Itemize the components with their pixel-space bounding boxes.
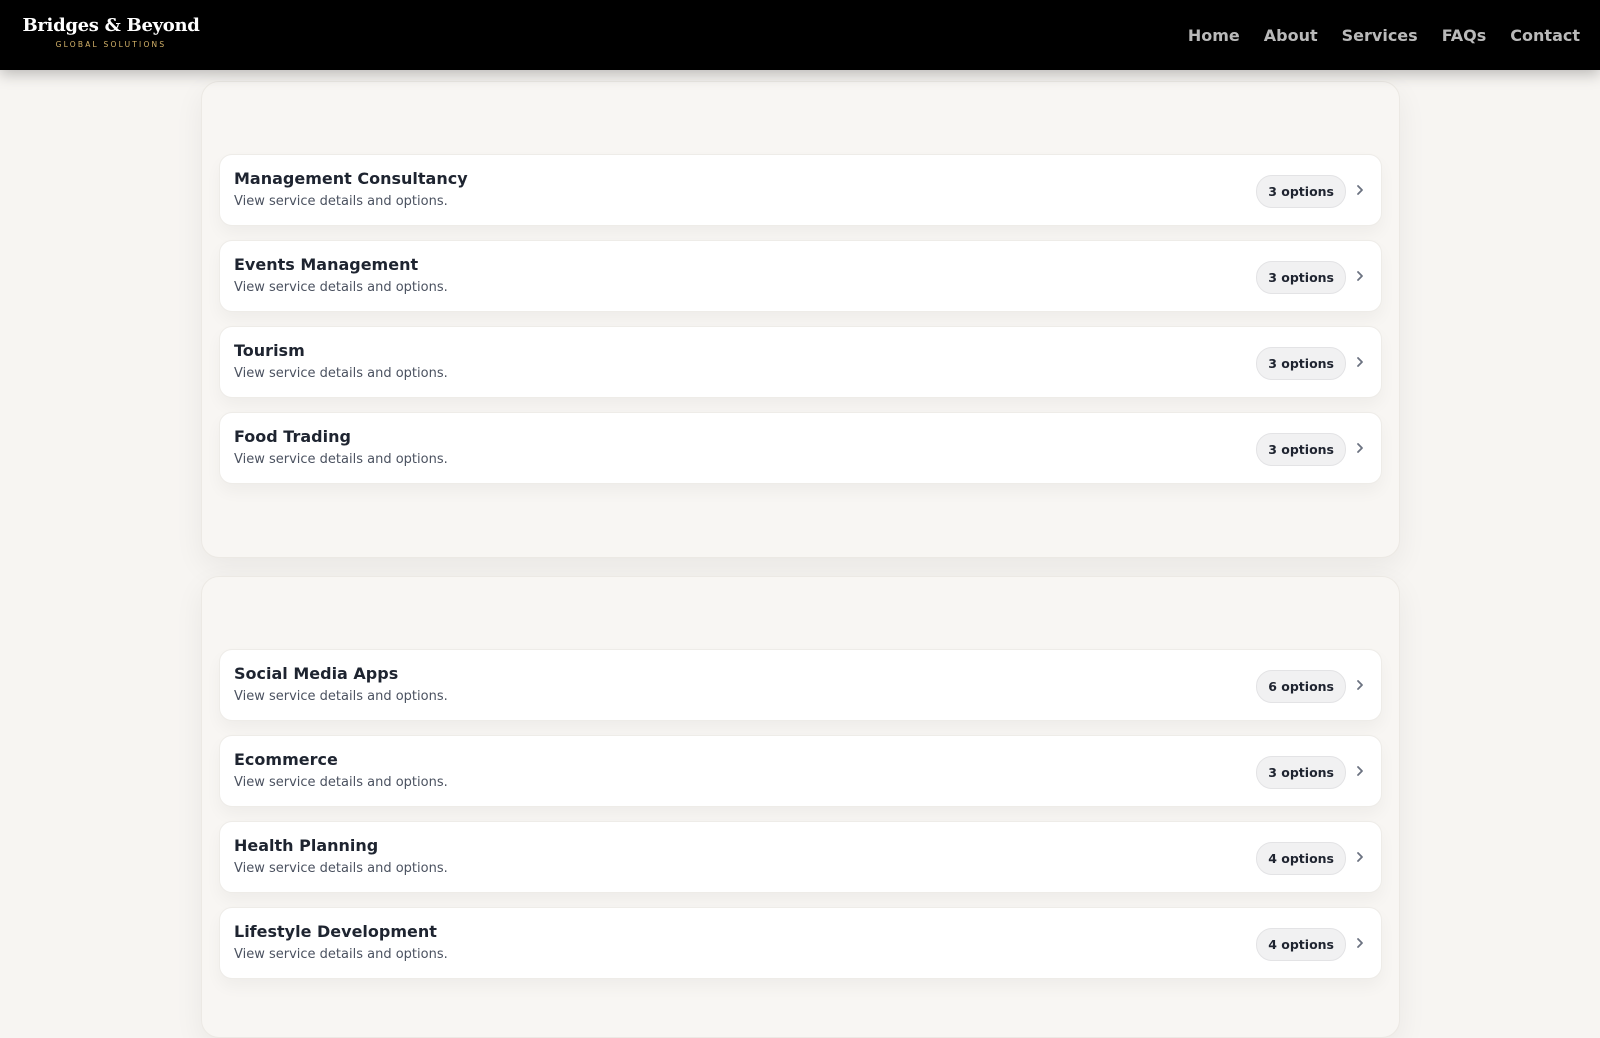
nav-about-link[interactable]: About: [1264, 26, 1318, 45]
service-item-food-trading[interactable]: Food Trading View service details and op…: [219, 412, 1382, 484]
service-item-tourism[interactable]: Tourism View service details and options…: [219, 326, 1382, 398]
service-title: Events Management: [234, 255, 419, 274]
logo-main-text: Bridges & Beyond: [22, 15, 200, 36]
options-count-badge: 6 options: [1256, 670, 1346, 703]
logo-tagline: GLOBAL SOLUTIONS: [55, 40, 167, 49]
service-title: Food Trading: [234, 427, 351, 446]
options-count-badge: 3 options: [1256, 175, 1346, 208]
chevron-right-icon: [1357, 852, 1363, 862]
service-item-events-management[interactable]: Events Management View service details a…: [219, 240, 1382, 312]
chevron-right-icon: [1357, 185, 1363, 195]
options-count-badge: 3 options: [1256, 756, 1346, 789]
chevron-right-icon: [1357, 938, 1363, 948]
options-count-badge: 3 options: [1256, 433, 1346, 466]
service-list: Management Consultancy View service deta…: [219, 154, 1382, 498]
options-count-badge: 3 options: [1256, 261, 1346, 294]
nav-faqs-link[interactable]: FAQs: [1442, 26, 1487, 45]
options-count-badge: 4 options: [1256, 928, 1346, 961]
service-description: View service details and options.: [234, 689, 448, 704]
services-section-2: Social Media Apps View service details a…: [201, 576, 1400, 1038]
service-description: View service details and options.: [234, 194, 448, 209]
chevron-right-icon: [1357, 766, 1363, 776]
service-title: Health Planning: [234, 836, 379, 855]
nav-contact-link[interactable]: Contact: [1510, 26, 1580, 45]
service-item-ecommerce[interactable]: Ecommerce View service details and optio…: [219, 735, 1382, 807]
options-count-badge: 4 options: [1256, 842, 1346, 875]
main-nav: Home About Services FAQs Contact: [1188, 0, 1580, 70]
service-description: View service details and options.: [234, 775, 448, 790]
service-item-management-consultancy[interactable]: Management Consultancy View service deta…: [219, 154, 1382, 226]
chevron-right-icon: [1357, 443, 1363, 453]
service-description: View service details and options.: [234, 366, 448, 381]
site-logo[interactable]: Bridges & Beyond GLOBAL SOLUTIONS: [21, 14, 201, 50]
service-description: View service details and options.: [234, 947, 448, 962]
service-title: Management Consultancy: [234, 169, 468, 188]
service-description: View service details and options.: [234, 280, 448, 295]
chevron-right-icon: [1357, 271, 1363, 281]
service-title: Ecommerce: [234, 750, 338, 769]
service-title: Social Media Apps: [234, 664, 399, 683]
service-item-lifestyle-development[interactable]: Lifestyle Development View service detai…: [219, 907, 1382, 979]
chevron-right-icon: [1357, 357, 1363, 367]
service-title: Lifestyle Development: [234, 922, 437, 941]
nav-services-link[interactable]: Services: [1342, 26, 1418, 45]
service-title: Tourism: [234, 341, 305, 360]
service-description: View service details and options.: [234, 861, 448, 876]
service-item-social-media-apps[interactable]: Social Media Apps View service details a…: [219, 649, 1382, 721]
site-header: Bridges & Beyond GLOBAL SOLUTIONS Home A…: [0, 0, 1600, 70]
nav-home-link[interactable]: Home: [1188, 26, 1240, 45]
services-section-1: Management Consultancy View service deta…: [201, 81, 1400, 558]
options-count-badge: 3 options: [1256, 347, 1346, 380]
service-description: View service details and options.: [234, 452, 448, 467]
service-list: Social Media Apps View service details a…: [219, 649, 1382, 993]
service-item-health-planning[interactable]: Health Planning View service details and…: [219, 821, 1382, 893]
chevron-right-icon: [1357, 680, 1363, 690]
